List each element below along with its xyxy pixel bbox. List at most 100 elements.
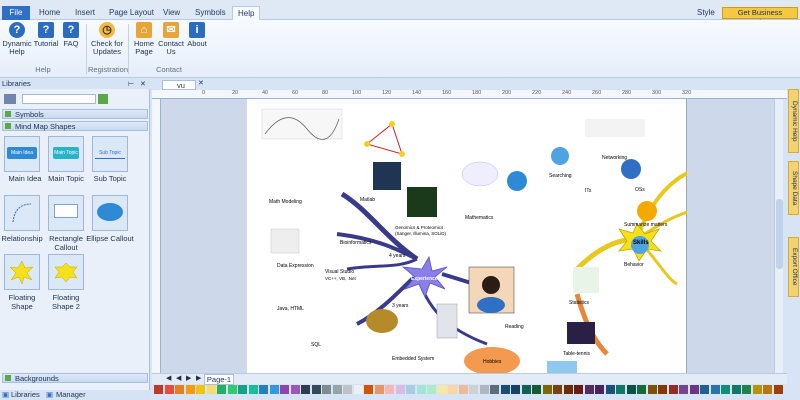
color-swatch[interactable] — [301, 385, 310, 394]
color-swatch[interactable] — [542, 385, 552, 394]
pin-icon[interactable]: ⊢ — [128, 80, 134, 88]
color-swatch[interactable] — [469, 385, 478, 394]
mm-label[interactable]: Table-tennis — [563, 351, 590, 357]
color-swatch[interactable] — [553, 385, 562, 394]
color-swatch[interactable] — [626, 385, 636, 394]
faq-button[interactable]: ? FAQ — [60, 22, 82, 48]
tab-help[interactable]: Help — [232, 6, 261, 20]
mm-label[interactable]: OSs — [635, 187, 645, 193]
color-swatch[interactable] — [584, 385, 594, 394]
shape-main-topic[interactable]: Main Topic — [48, 136, 84, 172]
library-icon[interactable] — [4, 94, 16, 104]
libraries-switch[interactable]: Libraries — [11, 390, 40, 400]
color-swatch[interactable] — [175, 385, 184, 394]
first-page-icon[interactable]: ◀ — [166, 374, 171, 382]
mm-label[interactable]: Reading — [505, 324, 524, 330]
color-swatch[interactable] — [731, 385, 741, 394]
color-swatch[interactable] — [311, 385, 321, 394]
color-swatch[interactable] — [343, 385, 352, 394]
color-swatch[interactable] — [427, 385, 436, 394]
color-swatch[interactable] — [595, 385, 604, 394]
color-swatch[interactable] — [280, 385, 289, 394]
color-swatch[interactable] — [563, 385, 573, 394]
document-tab[interactable]: vu — [162, 80, 196, 90]
color-swatch[interactable] — [700, 385, 709, 394]
shape-main-idea[interactable]: Main Idea — [4, 136, 40, 172]
shape-sub-topic[interactable]: Sub Topic — [92, 136, 128, 172]
drawing-page[interactable]: Math Modeling Matlab Bioinformatics Geno… — [247, 99, 708, 373]
color-swatch[interactable] — [458, 385, 468, 394]
color-swatch[interactable] — [217, 385, 226, 394]
color-swatch[interactable] — [290, 385, 300, 394]
mm-label[interactable]: ITs — [585, 188, 592, 194]
mm-label[interactable]: Embedded System — [392, 356, 434, 362]
tab-insert[interactable]: Insert — [70, 6, 100, 20]
shape-floating-shape-2[interactable] — [48, 254, 84, 290]
color-swatch[interactable] — [406, 385, 415, 394]
manager-switch[interactable]: Manager — [56, 390, 86, 400]
color-swatch[interactable] — [437, 385, 447, 394]
mm-label[interactable]: Behavior — [624, 262, 644, 268]
color-swatch[interactable] — [773, 385, 783, 394]
color-swatch[interactable] — [574, 385, 583, 394]
close-tab-icon[interactable]: ✕ — [198, 79, 204, 87]
next-page-icon[interactable]: ▶ — [186, 374, 191, 382]
tab-symbols[interactable]: Symbols — [190, 6, 231, 20]
library-combo[interactable] — [22, 94, 96, 104]
vertical-scrollbar[interactable] — [774, 99, 783, 373]
tab-page-layout[interactable]: Page Layout — [104, 6, 159, 20]
canvas-area[interactable]: Math Modeling Matlab Bioinformatics Geno… — [161, 99, 774, 373]
color-swatch[interactable] — [259, 385, 268, 394]
color-swatch[interactable] — [227, 385, 237, 394]
mm-label[interactable]: SQL — [311, 342, 321, 348]
mm-label[interactable]: Genomics & Proteomics — [395, 225, 444, 230]
color-swatch[interactable] — [752, 385, 762, 394]
dynamic-help-button[interactable]: ? Dynamic Help — [2, 22, 32, 56]
tab-view[interactable]: View — [158, 6, 185, 20]
color-swatch[interactable] — [532, 385, 541, 394]
prev-page-icon[interactable]: ◀ — [176, 374, 181, 382]
mm-label[interactable]: VC++, VB, .Net — [325, 276, 357, 281]
color-swatch[interactable] — [322, 385, 331, 394]
get-business-version-button[interactable]: Get Business Version... — [722, 7, 798, 27]
color-swatch[interactable] — [332, 385, 342, 394]
color-swatch[interactable] — [490, 385, 499, 394]
mindmap-diagram[interactable]: Math Modeling Matlab Bioinformatics Geno… — [247, 99, 708, 373]
mm-label[interactable]: 3 years — [392, 303, 409, 309]
mm-label[interactable]: 4 years — [389, 253, 406, 259]
color-swatch[interactable] — [248, 385, 258, 394]
mm-label[interactable]: Bioinformatics — [340, 240, 372, 246]
color-swatch[interactable] — [521, 385, 531, 394]
color-palette[interactable] — [152, 384, 787, 395]
mm-label[interactable]: Summarize matters — [624, 222, 668, 228]
file-menu[interactable]: File — [2, 6, 30, 20]
color-swatch[interactable] — [196, 385, 205, 394]
color-swatch[interactable] — [395, 385, 405, 394]
mm-label[interactable]: Mathematics — [465, 215, 494, 221]
tutorial-button[interactable]: ? Tutorial — [33, 22, 59, 48]
add-library-icon[interactable] — [98, 94, 108, 104]
mm-label[interactable]: Data Expression — [277, 263, 314, 269]
color-swatch[interactable] — [605, 385, 615, 394]
shape-rectangle-callout[interactable] — [48, 195, 84, 231]
color-swatch[interactable] — [269, 385, 279, 394]
color-swatch[interactable] — [616, 385, 625, 394]
style-menu[interactable]: Style — [697, 8, 715, 17]
check-updates-button[interactable]: ◷ Check for Updates — [90, 22, 124, 56]
shape-relationship[interactable] — [4, 195, 40, 231]
color-swatch[interactable] — [164, 385, 174, 394]
color-swatch[interactable] — [353, 385, 363, 394]
color-swatch[interactable] — [742, 385, 751, 394]
last-page-icon[interactable]: ▶ — [196, 374, 201, 382]
color-swatch[interactable] — [710, 385, 720, 394]
contact-us-button[interactable]: ✉ Contact Us — [157, 22, 185, 56]
color-swatch[interactable] — [647, 385, 657, 394]
color-swatch[interactable] — [658, 385, 667, 394]
mm-label[interactable]: Java, HTML — [277, 306, 304, 312]
color-swatch[interactable] — [238, 385, 247, 394]
color-swatch[interactable] — [721, 385, 730, 394]
mm-label[interactable]: Hobbies — [483, 359, 502, 365]
mm-label[interactable]: Math Modeling — [269, 199, 302, 205]
experiences-label[interactable]: Experiences — [411, 276, 441, 282]
color-swatch[interactable] — [206, 385, 216, 394]
